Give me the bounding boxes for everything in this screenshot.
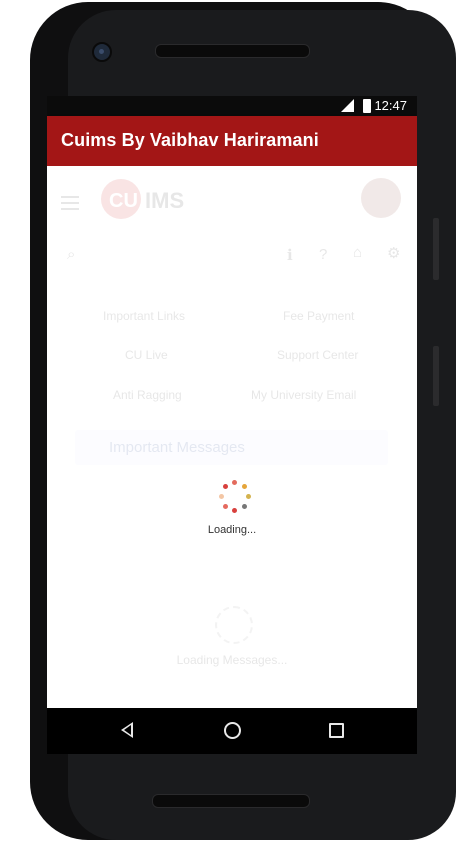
back-icon[interactable]	[121, 722, 133, 738]
home-circle-icon[interactable]	[224, 722, 241, 739]
bottom-speaker	[152, 794, 310, 808]
info-icon[interactable]: ℹ	[287, 246, 293, 264]
power-button	[433, 346, 439, 406]
loading-spinner	[218, 480, 252, 514]
status-bar: 12:47	[47, 96, 417, 116]
loading-label: Loading...	[207, 524, 257, 536]
link-anti-ragging[interactable]: Anti Ragging	[113, 388, 182, 402]
link-important-links[interactable]: Important Links	[103, 309, 185, 323]
home-icon[interactable]: ⌂	[353, 244, 362, 261]
important-messages-banner: Important Messages	[75, 430, 388, 465]
link-university-email[interactable]: My University Email	[251, 388, 356, 402]
svg-text:IMS: IMS	[145, 188, 184, 213]
battery-icon	[363, 99, 371, 113]
banner-label: Important Messages	[109, 439, 245, 456]
svg-text:CU: CU	[109, 190, 138, 212]
status-time: 12:47	[374, 98, 407, 113]
front-camera	[92, 42, 112, 62]
loading-messages-label: Loading Messages...	[176, 653, 288, 667]
search-icon[interactable]: ⌕	[67, 246, 75, 263]
cu-ims-logo: CU IMS	[99, 174, 199, 224]
android-nav-bar	[47, 708, 417, 754]
messages-spinner	[215, 606, 253, 644]
earpiece-speaker	[155, 44, 310, 58]
recents-icon[interactable]	[329, 723, 344, 738]
settings-icon[interactable]: ⚙	[387, 244, 400, 262]
app-bar: Cuims By Vaibhav Hariramani	[47, 116, 417, 166]
link-fee-payment[interactable]: Fee Payment	[283, 309, 354, 323]
link-cu-live[interactable]: CU Live	[125, 348, 168, 362]
menu-icon[interactable]	[61, 196, 79, 214]
help-icon[interactable]: ?	[319, 246, 327, 263]
signal-lte-icon	[341, 99, 354, 112]
link-support-center[interactable]: Support Center	[277, 348, 358, 362]
avatar[interactable]	[361, 178, 401, 218]
webview: CU IMS ⌕ ℹ ? ⌂ ⚙ Important Links Fee Pay…	[47, 166, 417, 708]
device-screen: 12:47 Cuims By Vaibhav Hariramani CU IMS…	[47, 96, 417, 708]
volume-button	[433, 218, 439, 280]
app-title: Cuims By Vaibhav Hariramani	[61, 130, 319, 150]
